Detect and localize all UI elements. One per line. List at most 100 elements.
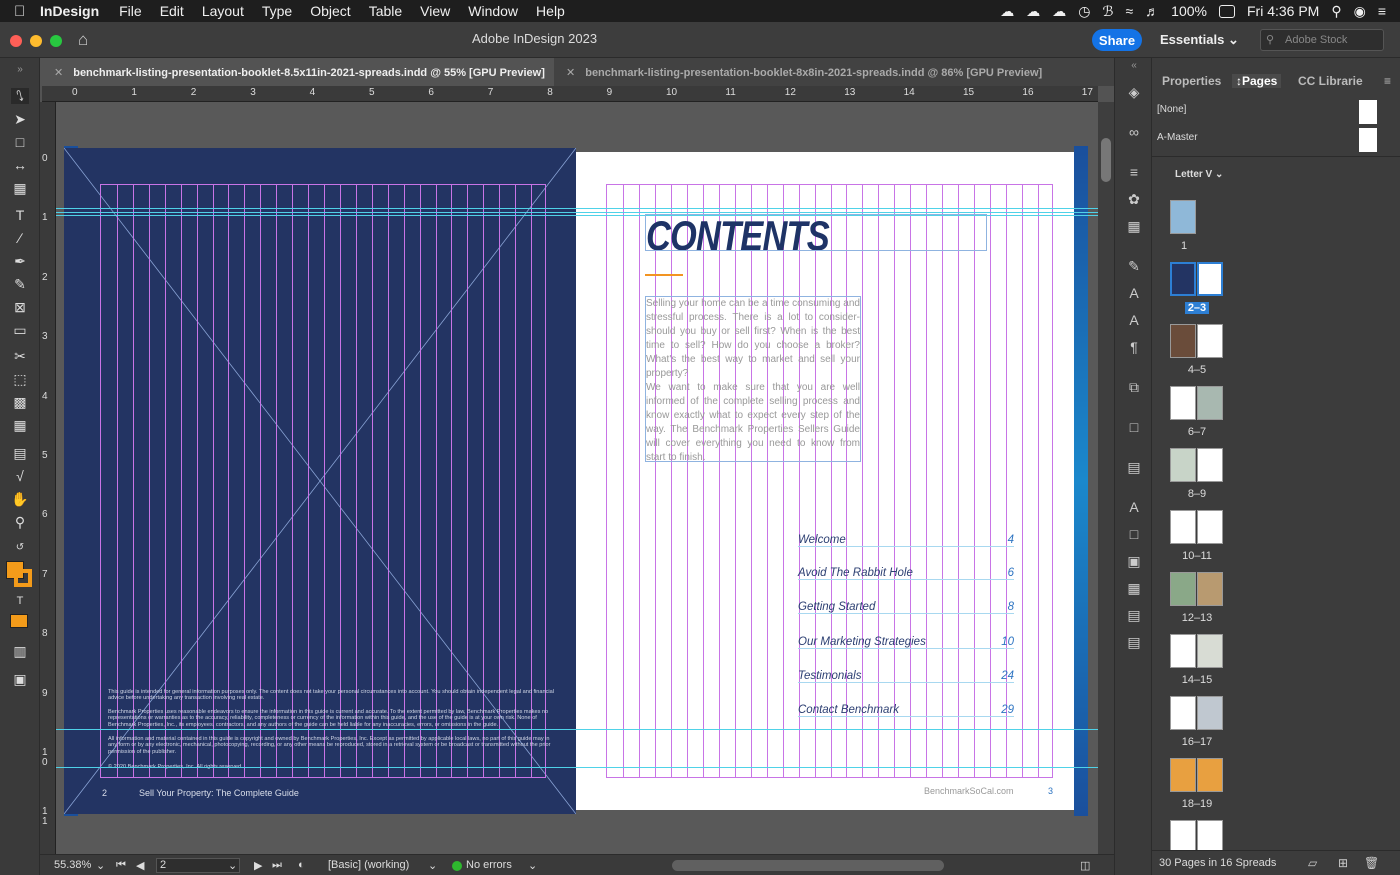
selection-tool-icon[interactable]: ⭛ — [11, 88, 29, 104]
character-icon[interactable]: A — [1125, 312, 1143, 328]
character-styles-icon[interactable]: A — [1125, 285, 1143, 301]
color-icon[interactable]: ✿ — [1125, 191, 1143, 207]
bluetooth-icon[interactable]: ℬ — [1102, 3, 1113, 20]
glyphs-icon[interactable]: A — [1125, 499, 1143, 515]
page-thumbnail[interactable] — [1197, 820, 1223, 854]
preflight-profile[interactable]: [Basic] (working) — [328, 859, 409, 871]
align-icon[interactable]: □ — [1125, 419, 1143, 435]
master-thumbnail[interactable] — [1359, 100, 1377, 124]
menu-layout[interactable]: Layout — [202, 3, 244, 19]
cloud-icon[interactable]: ☁ — [1026, 3, 1040, 20]
page-thumbnail[interactable] — [1170, 758, 1196, 792]
table-styles-icon[interactable]: ▤ — [1125, 634, 1143, 650]
page-thumbnail[interactable] — [1170, 386, 1196, 420]
swatches-icon[interactable]: ▦ — [1125, 218, 1143, 234]
effects-icon[interactable]: ▣ — [1125, 553, 1143, 569]
delete-page-icon[interactable]: 🗑 — [1364, 856, 1379, 870]
page-thumbnail[interactable] — [1170, 572, 1196, 606]
gap-tool-icon[interactable]: ↔ — [11, 157, 29, 173]
panel-menu-icon[interactable]: ≡ — [1384, 74, 1391, 88]
object-styles-icon[interactable]: □ — [1125, 526, 1143, 542]
tab-cc-libraries[interactable]: CC Librarie — [1298, 74, 1363, 88]
page-thumbnail[interactable] — [1170, 696, 1196, 730]
ruler-guide[interactable] — [56, 729, 1098, 730]
next-page-icon[interactable]: ▶ — [254, 859, 262, 872]
gradient-swatch-tool-icon[interactable]: ▩ — [11, 394, 29, 410]
creative-cloud-icon[interactable]: ☁ — [1000, 3, 1014, 20]
stroke-icon[interactable]: ≡ — [1125, 164, 1143, 180]
previous-page-icon[interactable]: ◀ — [136, 859, 144, 872]
minimize-window-button[interactable] — [30, 35, 42, 47]
left-page[interactable]: This guide is intended for general infor… — [64, 148, 576, 814]
page-thumbnail[interactable] — [1197, 448, 1223, 482]
menu-view[interactable]: View — [420, 3, 450, 19]
document-canvas[interactable]: This guide is intended for general infor… — [56, 102, 1098, 854]
content-collector-icon[interactable]: ▦ — [11, 180, 29, 196]
menu-table[interactable]: Table — [369, 3, 402, 19]
type-tool-icon[interactable]: T — [11, 207, 29, 223]
page-thumbnail[interactable] — [1170, 634, 1196, 668]
page-thumbnail[interactable] — [1170, 324, 1196, 358]
ruler-guide[interactable] — [56, 767, 1098, 768]
page-thumbnail[interactable] — [1197, 262, 1223, 296]
toc-entry[interactable]: Our Marketing Strategies 10 — [798, 636, 1014, 649]
close-window-button[interactable] — [10, 35, 22, 47]
menu-file[interactable]: File — [119, 3, 142, 19]
note-tool-icon[interactable]: ▤ — [11, 445, 29, 461]
horizontal-scrollbar[interactable] — [672, 860, 944, 871]
battery-icon[interactable] — [1218, 4, 1235, 18]
links-icon[interactable]: ∞ — [1125, 124, 1143, 140]
cell-styles-icon[interactable]: ▤ — [1125, 607, 1143, 623]
first-page-icon[interactable]: ⏮ — [116, 859, 126, 872]
page-thumbnail[interactable] — [1197, 324, 1223, 358]
collapse-icon[interactable]: « — [1125, 60, 1143, 76]
control-center-icon[interactable]: ≡ — [1378, 3, 1386, 19]
gradient-feather-tool-icon[interactable]: ▦ — [11, 417, 29, 433]
menu-window[interactable]: Window — [468, 3, 518, 19]
collapse-icon[interactable]: » — [11, 62, 29, 78]
menu-type[interactable]: Type — [262, 3, 292, 19]
page-thumbnail[interactable] — [1170, 510, 1196, 544]
preflight-errors[interactable]: No errors — [466, 859, 512, 871]
volume-icon[interactable]: ♬ — [1145, 3, 1159, 19]
intro-text-frame[interactable]: Selling your home can be a time consumin… — [645, 296, 861, 463]
toc-entry[interactable]: Contact Benchmark 29 — [798, 704, 1014, 717]
vertical-ruler[interactable]: 0 1 2 3 4 5 6 7 8 9 1 0 1 1 — [40, 102, 56, 854]
last-page-icon[interactable]: ⏭ — [272, 859, 282, 872]
page-thumbnail[interactable] — [1170, 200, 1196, 234]
eyedropper-tool-icon[interactable]: √ — [11, 468, 29, 484]
master-thumbnail[interactable] — [1359, 128, 1377, 152]
new-page-icon[interactable]: ⊞ — [1338, 856, 1348, 870]
menu-object[interactable]: Object — [310, 3, 350, 19]
home-icon[interactable]: ⌂ — [78, 30, 88, 50]
clock-icon[interactable]: ◷ — [1078, 3, 1090, 20]
pen-tool-icon[interactable]: ✒ — [11, 253, 29, 269]
paragraph-icon[interactable]: ¶ — [1125, 339, 1143, 355]
clock-text[interactable]: Fri 4:36 PM — [1247, 3, 1319, 19]
layers-icon[interactable]: ◈ — [1125, 84, 1143, 100]
toc-entry[interactable]: Getting Started 8 — [798, 601, 1014, 614]
wifi-icon[interactable]: ≈ — [1125, 3, 1133, 19]
document-tab[interactable]: ✕ benchmark-listing-presentation-booklet-… — [554, 58, 1044, 86]
vertical-scrollbar[interactable] — [1098, 102, 1114, 854]
tab-pages[interactable]: ↕Pages — [1232, 74, 1282, 88]
adobe-stock-search-input[interactable]: Adobe Stock — [1260, 29, 1384, 51]
scissors-tool-icon[interactable]: ✂ — [11, 348, 29, 364]
screen-mode-icon[interactable]: ▣ — [11, 671, 29, 687]
scroll-thumb[interactable] — [1101, 138, 1111, 182]
siri-icon[interactable]: ◉ — [1354, 3, 1366, 20]
toc-entry[interactable]: Welcome 4 — [798, 534, 1014, 547]
toc-entry[interactable]: Avoid The Rabbit Hole 6 — [798, 567, 1014, 580]
zoom-tool-icon[interactable]: ⚲ — [11, 514, 29, 530]
table-icon[interactable]: ▦ — [1125, 580, 1143, 596]
share-button[interactable]: Share — [1092, 29, 1142, 51]
text-wrap-icon[interactable]: ▤ — [1125, 459, 1143, 475]
battery-percent[interactable]: 100% — [1171, 3, 1207, 19]
split-window-icon[interactable]: ◫ — [1080, 859, 1090, 872]
menu-app[interactable]: InDesign — [40, 3, 99, 19]
menu-edit[interactable]: Edit — [160, 3, 184, 19]
paragraph-styles-icon[interactable]: ✎ — [1125, 258, 1143, 274]
ruler-guide[interactable] — [56, 208, 1098, 209]
stroke-swatch[interactable] — [14, 569, 32, 587]
page-thumbnail[interactable] — [1197, 510, 1223, 544]
